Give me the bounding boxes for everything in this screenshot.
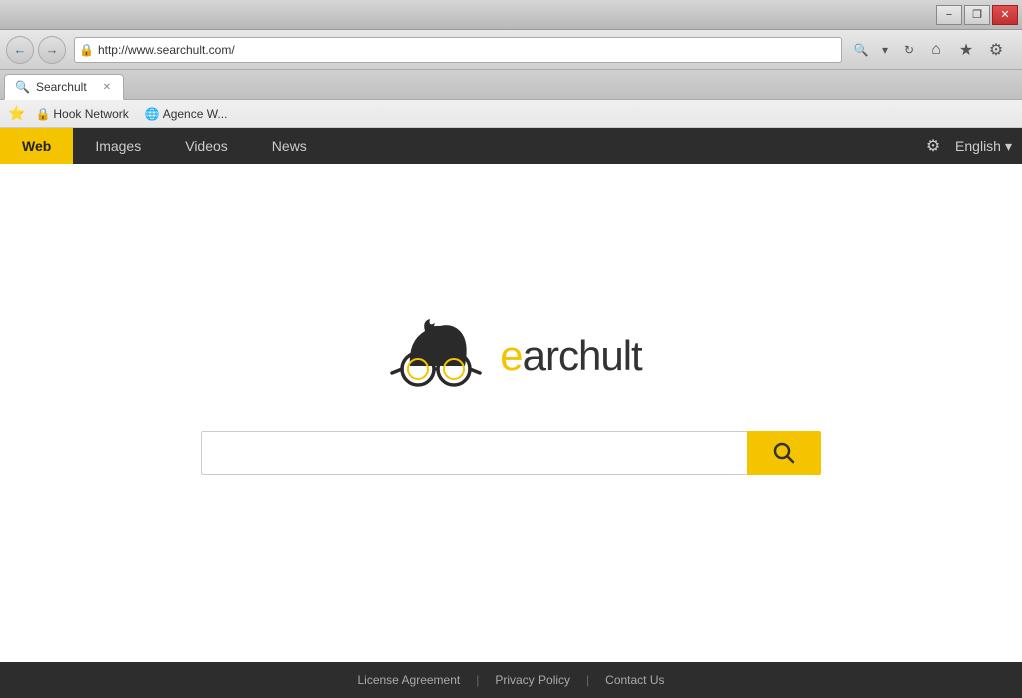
language-label: English xyxy=(955,138,1001,154)
address-bar-container: 🔒 xyxy=(74,37,842,63)
footer-contact-link[interactable]: Contact Us xyxy=(605,673,664,687)
bookmarks-star-icon: ⭐ xyxy=(8,105,25,122)
footer: License Agreement | Privacy Policy | Con… xyxy=(0,662,1022,698)
footer-license-link[interactable]: License Agreement xyxy=(357,673,460,687)
logo-text: earchult xyxy=(500,332,641,380)
language-arrow-icon: ▾ xyxy=(1005,138,1012,155)
se-nav-right: ⚙ English ▾ xyxy=(919,132,1022,160)
logo-area: earchult xyxy=(380,311,641,401)
search-icon xyxy=(773,442,795,464)
search-address-btn[interactable]: 🔍 xyxy=(850,39,872,61)
window-controls: − ❐ ✕ xyxy=(936,5,1018,25)
settings-button[interactable]: ⚙ xyxy=(984,38,1008,62)
nav-item-web[interactable]: Web xyxy=(0,128,73,164)
tab-close-button[interactable]: ✕ xyxy=(101,80,113,95)
close-button[interactable]: ✕ xyxy=(992,5,1018,25)
search-container xyxy=(201,431,821,475)
bookmark-lock-icon: 🔒 xyxy=(35,107,50,121)
title-bar: − ❐ ✕ xyxy=(0,0,1022,30)
language-selector[interactable]: English ▾ xyxy=(955,138,1012,155)
browser-window: − ❐ ✕ ← → 🔒 🔍 ▾ ↻ ⌂ ★ ⚙ 🔍 Searchult ✕ xyxy=(0,0,1022,698)
address-icon: 🔒 xyxy=(79,43,94,57)
logo-container: earchult xyxy=(380,311,641,401)
footer-sep-1: | xyxy=(476,673,479,687)
se-navbar: Web Images Videos News ⚙ English ▾ xyxy=(0,128,1022,164)
nav-actions: 🔍 ▾ ↻ xyxy=(850,39,920,61)
logo-icon xyxy=(380,311,500,401)
refresh-btn[interactable]: ↻ xyxy=(898,39,920,61)
nav-item-images[interactable]: Images xyxy=(73,128,163,164)
address-input[interactable] xyxy=(98,43,837,57)
restore-button[interactable]: ❐ xyxy=(964,5,990,25)
footer-sep-2: | xyxy=(586,673,589,687)
bookmark-agence-label: Agence W... xyxy=(163,107,228,121)
tab-bar: 🔍 Searchult ✕ xyxy=(0,70,1022,100)
bookmark-globe-icon: 🌐 xyxy=(145,107,160,121)
main-content: earchult xyxy=(0,164,1022,662)
toolbar-right: ⌂ ★ ⚙ xyxy=(924,38,1016,62)
se-settings-icon[interactable]: ⚙ xyxy=(919,132,947,160)
active-tab[interactable]: 🔍 Searchult ✕ xyxy=(4,74,124,100)
bookmarks-bar: ⭐ 🔒 Hook Network 🌐 Agence W... xyxy=(0,100,1022,128)
search-button[interactable] xyxy=(747,431,821,475)
search-input[interactable] xyxy=(201,431,747,475)
logo-e-letter: e xyxy=(500,332,522,379)
bookmark-agence[interactable]: 🌐 Agence W... xyxy=(139,105,234,123)
nav-item-news[interactable]: News xyxy=(250,128,329,164)
tab-favicon: 🔍 xyxy=(15,80,30,94)
tab-label: Searchult xyxy=(36,80,87,94)
nav-bar: ← → 🔒 🔍 ▾ ↻ ⌂ ★ ⚙ xyxy=(0,30,1022,70)
bookmark-hook-label: Hook Network xyxy=(53,107,128,121)
dropdown-address-btn[interactable]: ▾ xyxy=(874,39,896,61)
back-button[interactable]: ← xyxy=(6,36,34,64)
nav-item-videos[interactable]: Videos xyxy=(163,128,250,164)
home-button[interactable]: ⌂ xyxy=(924,38,948,62)
favorites-button[interactable]: ★ xyxy=(954,38,978,62)
minimize-button[interactable]: − xyxy=(936,5,962,25)
footer-privacy-link[interactable]: Privacy Policy xyxy=(495,673,570,687)
logo-rest-text: archult xyxy=(523,332,642,379)
forward-button[interactable]: → xyxy=(38,36,66,64)
bookmark-hook-network[interactable]: 🔒 Hook Network xyxy=(29,105,134,123)
